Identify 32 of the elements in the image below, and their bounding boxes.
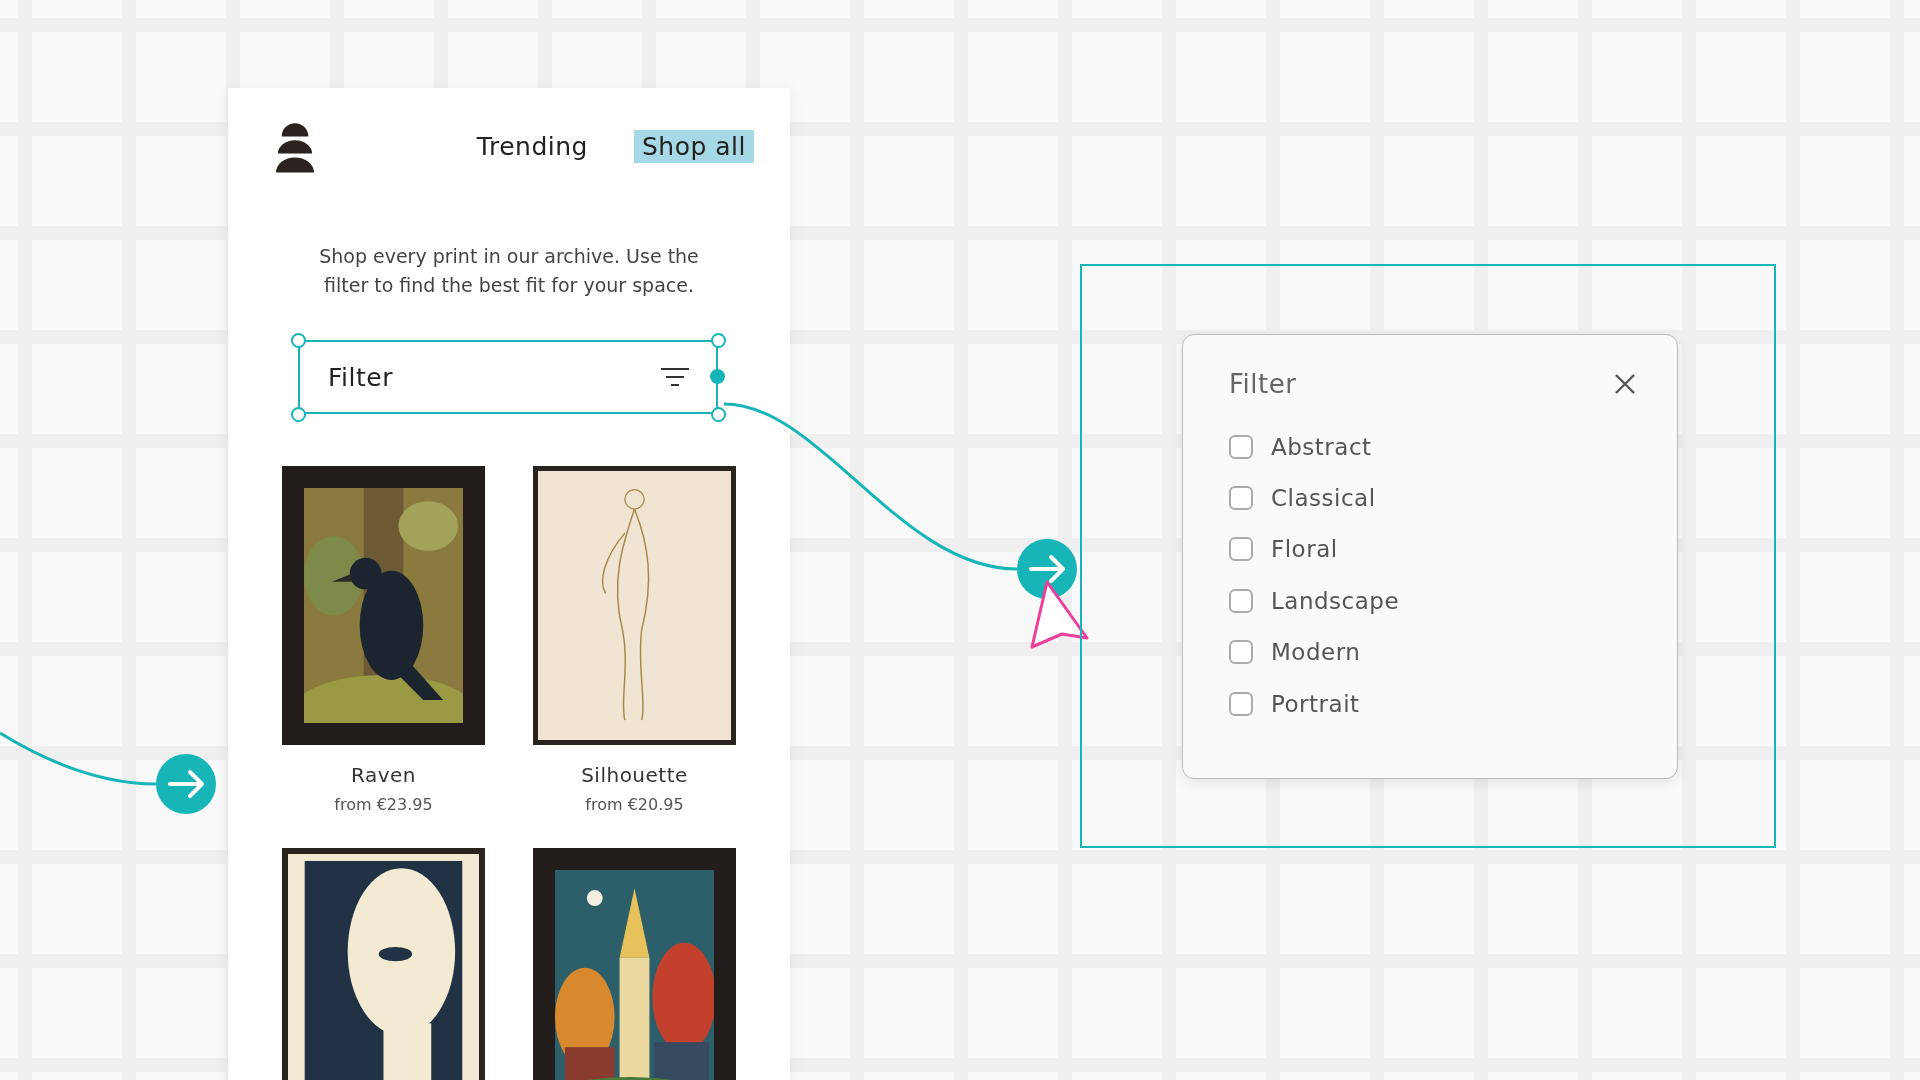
arrow-circle-icon[interactable] xyxy=(156,754,216,814)
checkbox[interactable] xyxy=(1229,537,1253,562)
nav-link[interactable]: Shop all xyxy=(633,129,754,163)
checkbox[interactable] xyxy=(1229,640,1253,665)
option-label: Portrait xyxy=(1271,690,1360,717)
filter-icon xyxy=(660,367,690,387)
nav-link[interactable]: Trending xyxy=(468,129,596,163)
selection-handle[interactable] xyxy=(711,407,726,422)
option-label: Floral xyxy=(1271,536,1338,563)
selection-handle[interactable] xyxy=(291,407,306,422)
arrow-circle-icon[interactable] xyxy=(1017,539,1077,599)
product-name: Silhouette xyxy=(581,763,688,787)
option-label: Modern xyxy=(1271,639,1361,666)
checkbox[interactable] xyxy=(1229,691,1253,716)
product-price: from €23.95 xyxy=(334,795,433,814)
dialog-title: Filter xyxy=(1229,369,1297,399)
cursor-icon xyxy=(1030,580,1089,649)
print-frame[interactable] xyxy=(282,466,485,745)
option-label: Classical xyxy=(1271,485,1376,512)
filter-button[interactable]: Filter xyxy=(298,340,718,414)
option-label: Abstract xyxy=(1271,433,1372,460)
option-label: Landscape xyxy=(1271,587,1400,614)
close-icon[interactable] xyxy=(1613,372,1637,396)
print-frame[interactable] xyxy=(533,848,736,1080)
checkbox[interactable] xyxy=(1229,486,1253,511)
product-name: Raven xyxy=(351,763,416,787)
checkbox[interactable] xyxy=(1229,434,1253,459)
product-price: from €20.95 xyxy=(585,795,684,814)
selection-handle[interactable] xyxy=(711,333,726,348)
checkbox[interactable] xyxy=(1229,588,1253,613)
intro-text: Shop every print in our archive. Use the filter to find the best fit for your space. xyxy=(318,244,700,298)
selection-handle[interactable] xyxy=(291,333,306,348)
